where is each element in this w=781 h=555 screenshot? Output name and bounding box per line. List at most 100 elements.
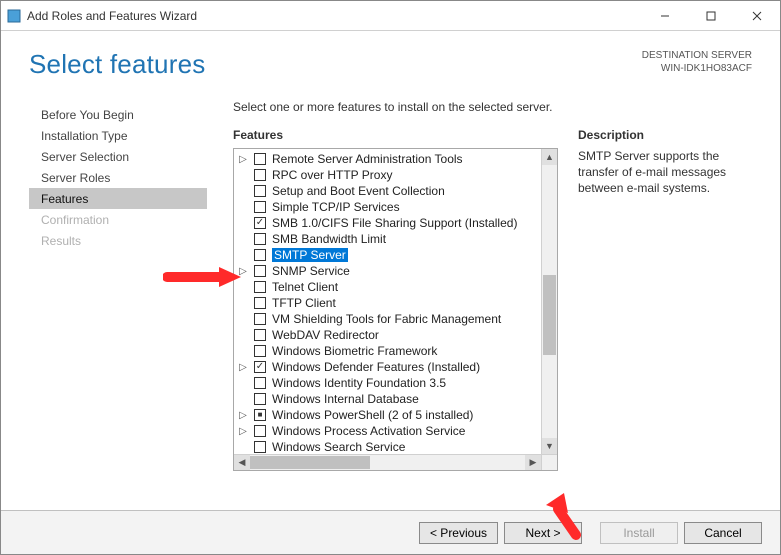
features-heading: Features — [233, 128, 558, 142]
feature-item[interactable]: ▷WebDAV Redirector — [238, 327, 537, 343]
feature-item[interactable]: ▷SMB 1.0/CIFS File Sharing Support (Inst… — [238, 215, 537, 231]
feature-checkbox[interactable] — [254, 409, 266, 421]
feature-item[interactable]: ▷ Windows PowerShell (2 of 5 installed) — [238, 407, 537, 423]
scroll-htrack[interactable] — [250, 455, 525, 470]
feature-label[interactable]: SMTP Server — [272, 248, 348, 262]
feature-label[interactable]: VM Shielding Tools for Fabric Management — [272, 312, 501, 326]
install-button[interactable]: Install — [600, 522, 678, 544]
instruction-text: Select one or more features to install o… — [233, 100, 752, 114]
feature-item[interactable]: ▷ SNMP Service — [238, 263, 537, 279]
wizard-step-3[interactable]: Server Roles — [29, 167, 207, 188]
feature-item[interactable]: ▷RPC over HTTP Proxy — [238, 167, 537, 183]
feature-checkbox[interactable] — [254, 377, 266, 389]
feature-checkbox[interactable] — [254, 233, 266, 245]
maximize-button[interactable] — [688, 1, 734, 31]
feature-checkbox[interactable] — [254, 313, 266, 325]
feature-label[interactable]: TFTP Client — [272, 296, 336, 310]
wizard-step-0[interactable]: Before You Begin — [29, 104, 207, 125]
feature-checkbox[interactable] — [254, 265, 266, 277]
scroll-up-button[interactable]: ▲ — [542, 149, 557, 165]
feature-label[interactable]: Windows Search Service — [272, 440, 405, 454]
feature-checkbox[interactable] — [254, 345, 266, 357]
feature-label[interactable]: Simple TCP/IP Services — [272, 200, 400, 214]
wizard-step-2[interactable]: Server Selection — [29, 146, 207, 167]
window-title: Add Roles and Features Wizard — [27, 9, 642, 23]
feature-checkbox[interactable] — [254, 297, 266, 309]
scroll-hthumb[interactable] — [250, 456, 370, 469]
feature-checkbox[interactable] — [254, 217, 266, 229]
feature-label[interactable]: Telnet Client — [272, 280, 338, 294]
close-button[interactable] — [734, 1, 780, 31]
button-bar: < Previous Next > Install Cancel — [1, 510, 780, 554]
title-bar: Add Roles and Features Wizard — [1, 1, 780, 31]
expand-icon[interactable]: ▷ — [238, 154, 248, 164]
feature-label[interactable]: SMB 1.0/CIFS File Sharing Support (Insta… — [272, 216, 517, 230]
destination-value: WIN-IDK1HO83ACF — [642, 62, 752, 75]
description-text: SMTP Server supports the transfer of e-m… — [578, 148, 752, 197]
scroll-left-button[interactable]: ◀ — [234, 455, 250, 470]
feature-item[interactable]: ▷Windows Biometric Framework — [238, 343, 537, 359]
feature-label[interactable]: Windows Defender Features (Installed) — [272, 360, 480, 374]
feature-label[interactable]: Windows Internal Database — [272, 392, 419, 406]
app-icon — [7, 9, 21, 23]
expand-icon[interactable]: ▷ — [238, 362, 248, 372]
expand-icon[interactable]: ▷ — [238, 266, 248, 276]
feature-item[interactable]: ▷Simple TCP/IP Services — [238, 199, 537, 215]
wizard-step-5: Confirmation — [29, 209, 207, 230]
wizard-step-6: Results — [29, 230, 207, 251]
scroll-down-button[interactable]: ▼ — [542, 438, 557, 454]
content-area: Select features DESTINATION SERVER WIN-I… — [1, 31, 780, 510]
feature-checkbox[interactable] — [254, 425, 266, 437]
feature-item[interactable]: ▷SMTP Server — [238, 247, 537, 263]
features-listbox[interactable]: ▷Remote Server Administration Tools▷RPC … — [233, 148, 558, 471]
feature-checkbox[interactable] — [254, 185, 266, 197]
scroll-thumb[interactable] — [543, 275, 556, 355]
previous-button[interactable]: < Previous — [419, 522, 498, 544]
feature-label[interactable]: SNMP Service — [272, 264, 350, 278]
feature-checkbox[interactable] — [254, 169, 266, 181]
wizard-steps: Before You BeginInstallation TypeServer … — [29, 100, 207, 500]
feature-item[interactable]: ▷VM Shielding Tools for Fabric Managemen… — [238, 311, 537, 327]
feature-item[interactable]: ▷SMB Bandwidth Limit — [238, 231, 537, 247]
feature-checkbox[interactable] — [254, 329, 266, 341]
feature-checkbox[interactable] — [254, 361, 266, 373]
scroll-track[interactable] — [542, 165, 557, 438]
minimize-button[interactable] — [642, 1, 688, 31]
feature-item[interactable]: ▷Telnet Client — [238, 279, 537, 295]
feature-checkbox[interactable] — [254, 281, 266, 293]
expand-icon[interactable]: ▷ — [238, 426, 248, 436]
destination-block: DESTINATION SERVER WIN-IDK1HO83ACF — [642, 49, 752, 75]
feature-item[interactable]: ▷ Remote Server Administration Tools — [238, 151, 537, 167]
feature-item[interactable]: ▷Windows Internal Database — [238, 391, 537, 407]
feature-checkbox[interactable] — [254, 153, 266, 165]
feature-label[interactable]: Windows PowerShell (2 of 5 installed) — [272, 408, 473, 422]
wizard-step-1[interactable]: Installation Type — [29, 125, 207, 146]
feature-label[interactable]: RPC over HTTP Proxy — [272, 168, 392, 182]
feature-label[interactable]: Remote Server Administration Tools — [272, 152, 463, 166]
feature-item[interactable]: ▷ Windows Process Activation Service — [238, 423, 537, 439]
feature-checkbox[interactable] — [254, 441, 266, 453]
feature-label[interactable]: WebDAV Redirector — [272, 328, 379, 342]
feature-label[interactable]: Setup and Boot Event Collection — [272, 184, 445, 198]
expand-icon[interactable]: ▷ — [238, 410, 248, 420]
feature-label[interactable]: SMB Bandwidth Limit — [272, 232, 386, 246]
feature-item[interactable]: ▷Setup and Boot Event Collection — [238, 183, 537, 199]
feature-checkbox[interactable] — [254, 201, 266, 213]
feature-item[interactable]: ▷TFTP Client — [238, 295, 537, 311]
cancel-button[interactable]: Cancel — [684, 522, 762, 544]
feature-item[interactable]: ▷ Windows Defender Features (Installed) — [238, 359, 537, 375]
description-heading: Description — [578, 128, 752, 142]
feature-checkbox[interactable] — [254, 249, 266, 261]
next-button[interactable]: Next > — [504, 522, 582, 544]
wizard-step-4[interactable]: Features — [29, 188, 207, 209]
scroll-corner — [541, 454, 557, 470]
feature-checkbox[interactable] — [254, 393, 266, 405]
feature-item[interactable]: ▷Windows Search Service — [238, 439, 537, 454]
feature-label[interactable]: Windows Process Activation Service — [272, 424, 465, 438]
feature-label[interactable]: Windows Biometric Framework — [272, 344, 437, 358]
feature-item[interactable]: ▷Windows Identity Foundation 3.5 — [238, 375, 537, 391]
horizontal-scrollbar[interactable]: ◀ ▶ — [234, 454, 541, 470]
feature-label[interactable]: Windows Identity Foundation 3.5 — [272, 376, 446, 390]
vertical-scrollbar[interactable]: ▲ ▼ — [541, 149, 557, 454]
scroll-right-button[interactable]: ▶ — [525, 455, 541, 470]
